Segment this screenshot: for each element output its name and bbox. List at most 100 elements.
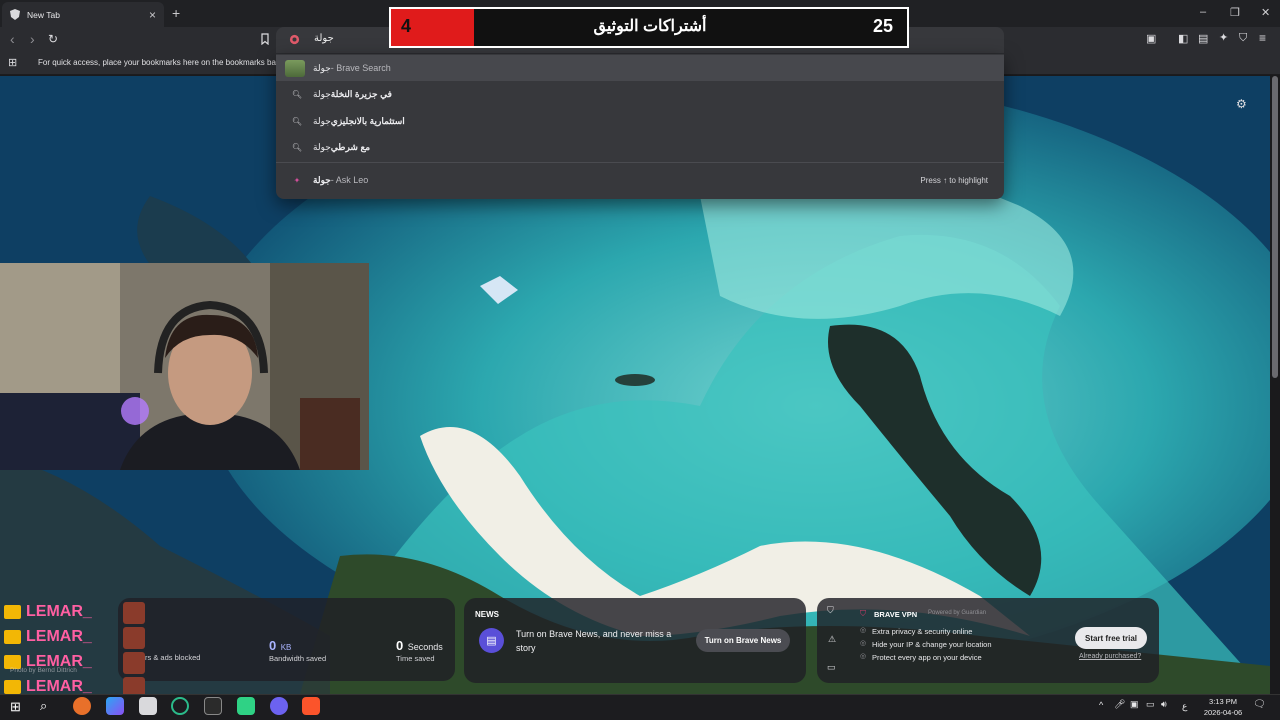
divider — [276, 162, 1004, 163]
copilot-icon[interactable] — [106, 697, 124, 715]
time-unit: Seconds — [407, 642, 443, 652]
microphone-icon[interactable]: 🎤︎ — [1114, 699, 1125, 710]
address-input[interactable]: جولة — [314, 33, 334, 44]
notepad-icon[interactable] — [139, 697, 157, 715]
suggestion-query: جولة — [313, 62, 331, 73]
tab-close-icon[interactable]: × — [149, 8, 156, 22]
vpn-alert-icon[interactable]: ⚠ — [828, 634, 836, 645]
turn-on-news-button[interactable]: Turn on Brave News — [696, 629, 790, 652]
start-free-trial-button[interactable]: Start free trial — [1075, 627, 1147, 649]
epic-games-icon[interactable] — [204, 697, 222, 715]
crown-icon — [4, 630, 21, 644]
news-description: Turn on Brave News, and never miss a sto… — [516, 629, 672, 653]
suggestion-source: - Ask Leo — [330, 175, 369, 185]
app-icon[interactable] — [171, 697, 189, 715]
suggestion-item[interactable]: 🔍︎ جولة استثمارية بالانجليزي — [276, 108, 1004, 134]
notifications-icon[interactable]: 🗨︎ — [1253, 699, 1266, 710]
page-scrollbar[interactable] — [1272, 76, 1278, 378]
search-icon: 🔍︎ — [291, 116, 303, 126]
network-icon[interactable]: ▭ — [1146, 699, 1155, 710]
restore-button[interactable]: ❐ — [1230, 6, 1240, 19]
vpn-feature: Extra privacy & security online — [872, 627, 973, 636]
vpn-feature: Hide your IP & change your location — [872, 640, 992, 649]
vpn-title: BRAVE VPN — [874, 610, 918, 619]
suggestion-completion: استثمارية بالانجليزي — [330, 115, 405, 126]
leo-icon: ✦ — [293, 175, 301, 185]
crown-icon — [4, 605, 21, 619]
news-icon: ▤ — [479, 628, 504, 653]
suggestion-completion: في جزيرة النخلة — [330, 88, 392, 99]
bookmark-icon[interactable] — [259, 33, 271, 45]
goal-current-count: 4 — [401, 16, 412, 36]
brave-shield-icon — [10, 9, 20, 20]
suggestion-query: جولة — [313, 141, 331, 152]
chat-entry: LEMAR_ — [4, 628, 92, 646]
leo-ai-icon[interactable]: ✦ — [1219, 31, 1228, 44]
brave-icon[interactable] — [302, 697, 320, 715]
tray-chevron-icon[interactable]: ^ — [1099, 700, 1103, 710]
suggestion-query: جولة — [313, 115, 331, 126]
clock-time: 3:13 PM — [1209, 697, 1237, 706]
vpn-shield-icon[interactable]: ⛉ — [827, 605, 834, 616]
suggestion-brave-search[interactable]: جولة - Brave Search — [276, 55, 1004, 81]
customize-gear-icon[interactable]: ⚙ — [1236, 97, 1247, 111]
app-icon[interactable] — [237, 697, 255, 715]
crown-icon — [4, 680, 21, 694]
reload-icon[interactable]: ↻ — [48, 32, 58, 46]
sidebar-icon[interactable]: ◧ — [1178, 32, 1188, 45]
suggestion-ask-leo[interactable]: ✦ جولة - Ask Leo Press ↑ to highlight — [276, 167, 1004, 193]
ads-blocked-label: rs & ads blocked — [145, 653, 201, 662]
tab-title: New Tab — [27, 9, 60, 20]
input-language[interactable]: ع — [1182, 701, 1187, 712]
tray-app-icon[interactable]: ▣ — [1130, 699, 1139, 710]
highlight-hint: Press ↑ to highlight — [920, 175, 988, 185]
suggestion-item[interactable]: 🔍︎ جولة في جزيرة النخلة — [276, 81, 1004, 107]
vpn-feature: Protect every app on your device — [872, 653, 982, 662]
system-clock[interactable]: 3:13 PM 2026-04-06 — [1198, 696, 1248, 718]
tab-new-tab[interactable]: New Tab × — [2, 2, 164, 27]
goal-target-count: 25 — [873, 16, 894, 36]
minimize-button[interactable]: – — [1200, 6, 1206, 18]
vpn-icon[interactable]: ⛉ — [1239, 32, 1247, 45]
menu-icon[interactable]: ≡ — [1259, 31, 1266, 45]
check-icon: ◎ — [860, 653, 867, 660]
volume-icon[interactable]: 🔊︎ — [1161, 699, 1167, 710]
firefox-icon[interactable] — [73, 697, 91, 715]
suggestion-query: جولة — [313, 174, 331, 185]
suggestion-query: جولة — [313, 88, 331, 99]
back-icon[interactable]: ‹ — [10, 31, 15, 47]
close-window-button[interactable]: ✕ — [1261, 6, 1270, 19]
photo-credit[interactable]: Photo by Bernd Dittrich — [10, 667, 77, 674]
time-saved-value: 0 Seconds — [396, 637, 443, 655]
bandwidth-number: 0 — [269, 638, 277, 653]
time-number: 0 — [396, 638, 404, 653]
wallet-icon[interactable]: ▤ — [1198, 32, 1208, 45]
chat-username: LEMAR_ — [26, 603, 92, 620]
goal-title: أشتراكات التوثيق — [593, 18, 707, 35]
chat-username: LEMAR_ — [26, 628, 92, 645]
new-tab-button[interactable]: + — [172, 5, 180, 21]
suggestion-completion: مع شرطي — [330, 141, 371, 152]
vpn-card-icon[interactable]: ▭ — [827, 662, 836, 673]
suggestion-item[interactable]: 🔍︎ جولة مع شرطي — [276, 134, 1004, 160]
news-heading: NEWS — [475, 610, 499, 619]
bandwidth-value: 0 KB — [269, 637, 291, 655]
windows-start-icon[interactable]: ⊞ — [10, 699, 21, 715]
already-purchased-link[interactable]: Already purchased? — [1079, 653, 1141, 660]
search-icon: 🔍︎ — [291, 89, 303, 99]
time-saved-label: Time saved — [396, 654, 435, 663]
apps-grid-icon[interactable]: ⊞ — [8, 56, 17, 69]
check-icon: ◎ — [860, 640, 867, 647]
chat-emote — [123, 602, 145, 624]
forward-icon[interactable]: › — [30, 31, 35, 47]
bookmarks-hint: For quick access, place your bookmarks h… — [38, 58, 281, 67]
omnibox-dropdown: جولة - Brave Search 🔍︎ جولة في جزيرة الن… — [276, 54, 1004, 199]
bandwidth-unit: KB — [280, 643, 292, 652]
reader-mode-icon[interactable]: ▣ — [1146, 32, 1156, 45]
search-icon[interactable]: ⌕ — [40, 698, 47, 714]
vpn-logo-icon: ⛉ — [860, 609, 866, 618]
chat-emote — [123, 627, 145, 649]
discord-icon[interactable] — [270, 697, 288, 715]
suggestion-thumbnail — [285, 59, 305, 77]
taskbar — [0, 694, 1280, 720]
